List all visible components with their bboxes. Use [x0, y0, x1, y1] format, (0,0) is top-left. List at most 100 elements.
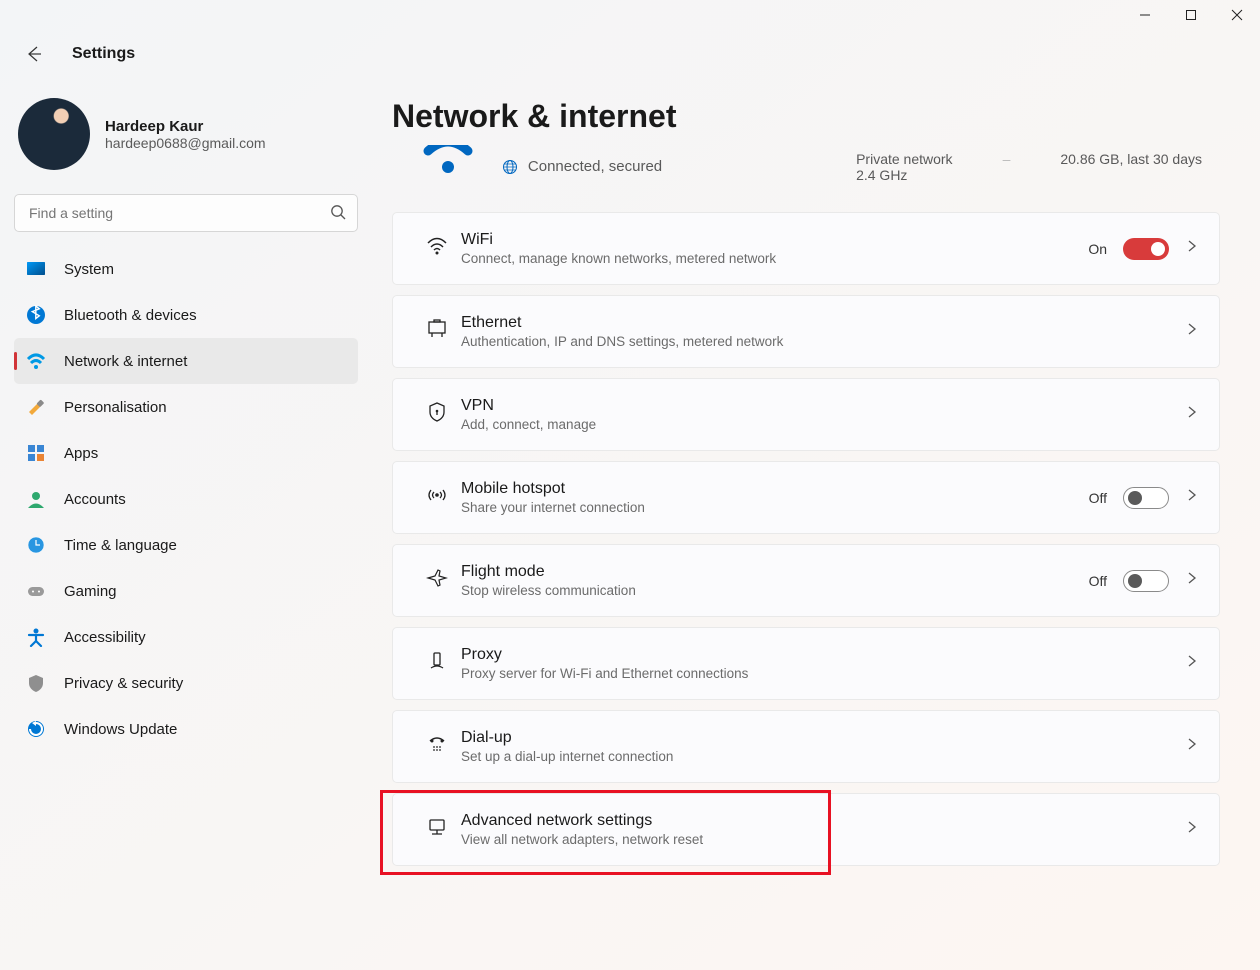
- header-title: Settings: [72, 45, 135, 63]
- wifi-large-icon: [422, 145, 474, 188]
- bluetooth-icon: [26, 305, 46, 325]
- setting-subtitle: Connect, manage known networks, metered …: [461, 251, 1088, 266]
- sidebar-item-privacy[interactable]: Privacy & security: [14, 660, 358, 706]
- sidebar-item-bluetooth[interactable]: Bluetooth & devices: [14, 292, 358, 338]
- wifi-toggle[interactable]: [1123, 238, 1169, 260]
- connection-status: Connected, secured: [528, 158, 662, 175]
- toggle-state-label: Off: [1089, 573, 1107, 589]
- avatar: [18, 98, 90, 170]
- chevron-right-icon: [1185, 405, 1199, 424]
- window-close-button[interactable]: [1214, 0, 1260, 30]
- sidebar-item-system[interactable]: System: [14, 246, 358, 292]
- sidebar-item-accessibility[interactable]: Accessibility: [14, 614, 358, 660]
- setting-row-hotspot[interactable]: Mobile hotspot Share your internet conne…: [392, 461, 1220, 534]
- setting-subtitle: Share your internet connection: [461, 500, 1089, 515]
- setting-row-flight-mode[interactable]: Flight mode Stop wireless communication …: [392, 544, 1220, 617]
- chevron-right-icon: [1185, 654, 1199, 673]
- search-box: [14, 194, 358, 232]
- sidebar-item-time-language[interactable]: Time & language: [14, 522, 358, 568]
- setting-row-proxy[interactable]: Proxy Proxy server for Wi-Fi and Etherne…: [392, 627, 1220, 700]
- paintbrush-icon: [26, 397, 46, 417]
- profile-block[interactable]: Hardeep Kaur hardeep0688@gmail.com: [14, 88, 358, 190]
- setting-row-wifi[interactable]: WiFi Connect, manage known networks, met…: [392, 212, 1220, 285]
- sidebar-item-apps[interactable]: Apps: [14, 430, 358, 476]
- gamepad-icon: [26, 581, 46, 601]
- chevron-right-icon: [1185, 488, 1199, 507]
- sidebar-item-accounts[interactable]: Accounts: [14, 476, 358, 522]
- sidebar-item-personalisation[interactable]: Personalisation: [14, 384, 358, 430]
- setting-title: Ethernet: [461, 314, 1185, 332]
- hotspot-toggle[interactable]: [1123, 487, 1169, 509]
- back-button[interactable]: [16, 36, 52, 72]
- sidebar: Hardeep Kaur hardeep0688@gmail.com Syste…: [0, 78, 372, 896]
- sidebar-item-label: Accessibility: [64, 629, 146, 646]
- setting-row-dialup[interactable]: Dial-up Set up a dial-up internet connec…: [392, 710, 1220, 783]
- setting-subtitle: Stop wireless communication: [461, 583, 1089, 598]
- setting-subtitle: Proxy server for Wi-Fi and Ethernet conn…: [461, 666, 1185, 681]
- window-titlebar: [0, 0, 1260, 30]
- sidebar-item-gaming[interactable]: Gaming: [14, 568, 358, 614]
- connection-data-usage: 20.86 GB, last 30 days: [1060, 151, 1202, 183]
- close-icon: [1231, 9, 1243, 21]
- page-title: Network & internet: [392, 98, 1220, 135]
- setting-row-advanced-network[interactable]: Advanced network settings View all netwo…: [392, 793, 1220, 866]
- maximize-icon: [1185, 9, 1197, 21]
- sidebar-item-label: Network & internet: [64, 353, 187, 370]
- connection-network-type: Private network 2.4 GHz: [856, 151, 952, 183]
- dialup-icon: [426, 733, 448, 760]
- setting-row-ethernet[interactable]: Ethernet Authentication, IP and DNS sett…: [392, 295, 1220, 368]
- window-minimize-button[interactable]: [1122, 0, 1168, 30]
- airplane-icon: [426, 567, 448, 594]
- setting-subtitle: Set up a dial-up internet connection: [461, 749, 1185, 764]
- sidebar-item-windows-update[interactable]: Windows Update: [14, 706, 358, 752]
- sidebar-item-label: Accounts: [64, 491, 126, 508]
- sidebar-item-label: Gaming: [64, 583, 117, 600]
- shield-icon: [26, 673, 46, 693]
- sidebar-nav: System Bluetooth & devices Network & int…: [14, 246, 358, 752]
- setting-subtitle: Authentication, IP and DNS settings, met…: [461, 334, 1185, 349]
- setting-title: Dial-up: [461, 729, 1185, 747]
- accessibility-icon: [26, 627, 46, 647]
- setting-title: VPN: [461, 397, 1185, 415]
- sidebar-item-label: Privacy & security: [64, 675, 183, 692]
- system-icon: [26, 259, 46, 279]
- setting-row-vpn[interactable]: VPN Add, connect, manage: [392, 378, 1220, 451]
- setting-subtitle: View all network adapters, network reset: [461, 832, 1185, 847]
- wifi-icon: [26, 351, 46, 371]
- connection-summary: Connected, secured Private network 2.4 G…: [392, 145, 1220, 212]
- chevron-right-icon: [1185, 571, 1199, 590]
- setting-title: Advanced network settings: [461, 812, 1185, 830]
- chevron-right-icon: [1185, 322, 1199, 341]
- separator: –: [1003, 151, 1011, 183]
- setting-title: WiFi: [461, 231, 1088, 249]
- flight-mode-toggle[interactable]: [1123, 570, 1169, 592]
- sidebar-item-label: Personalisation: [64, 399, 167, 416]
- sidebar-item-label: Apps: [64, 445, 98, 462]
- minimize-icon: [1139, 9, 1151, 21]
- setting-title: Mobile hotspot: [461, 480, 1089, 498]
- profile-email: hardeep0688@gmail.com: [105, 135, 266, 151]
- sidebar-item-network[interactable]: Network & internet: [14, 338, 358, 384]
- sidebar-item-label: Time & language: [64, 537, 177, 554]
- wifi-icon: [426, 235, 448, 262]
- sidebar-item-label: Windows Update: [64, 721, 177, 738]
- window-maximize-button[interactable]: [1168, 0, 1214, 30]
- accounts-icon: [26, 489, 46, 509]
- setting-title: Proxy: [461, 646, 1185, 664]
- chevron-right-icon: [1185, 737, 1199, 756]
- chevron-right-icon: [1185, 820, 1199, 839]
- clock-globe-icon: [26, 535, 46, 555]
- apps-icon: [26, 443, 46, 463]
- profile-name: Hardeep Kaur: [105, 118, 266, 135]
- chevron-right-icon: [1185, 239, 1199, 258]
- sidebar-item-label: Bluetooth & devices: [64, 307, 197, 324]
- sidebar-item-label: System: [64, 261, 114, 278]
- header: Settings: [0, 30, 1260, 78]
- globe-icon: [502, 159, 518, 175]
- search-input[interactable]: [14, 194, 358, 232]
- arrow-left-icon: [25, 45, 43, 63]
- toggle-state-label: On: [1088, 241, 1107, 257]
- search-icon[interactable]: [330, 204, 346, 225]
- setting-subtitle: Add, connect, manage: [461, 417, 1185, 432]
- content-area: Network & internet Connected, secured Pr…: [372, 78, 1260, 896]
